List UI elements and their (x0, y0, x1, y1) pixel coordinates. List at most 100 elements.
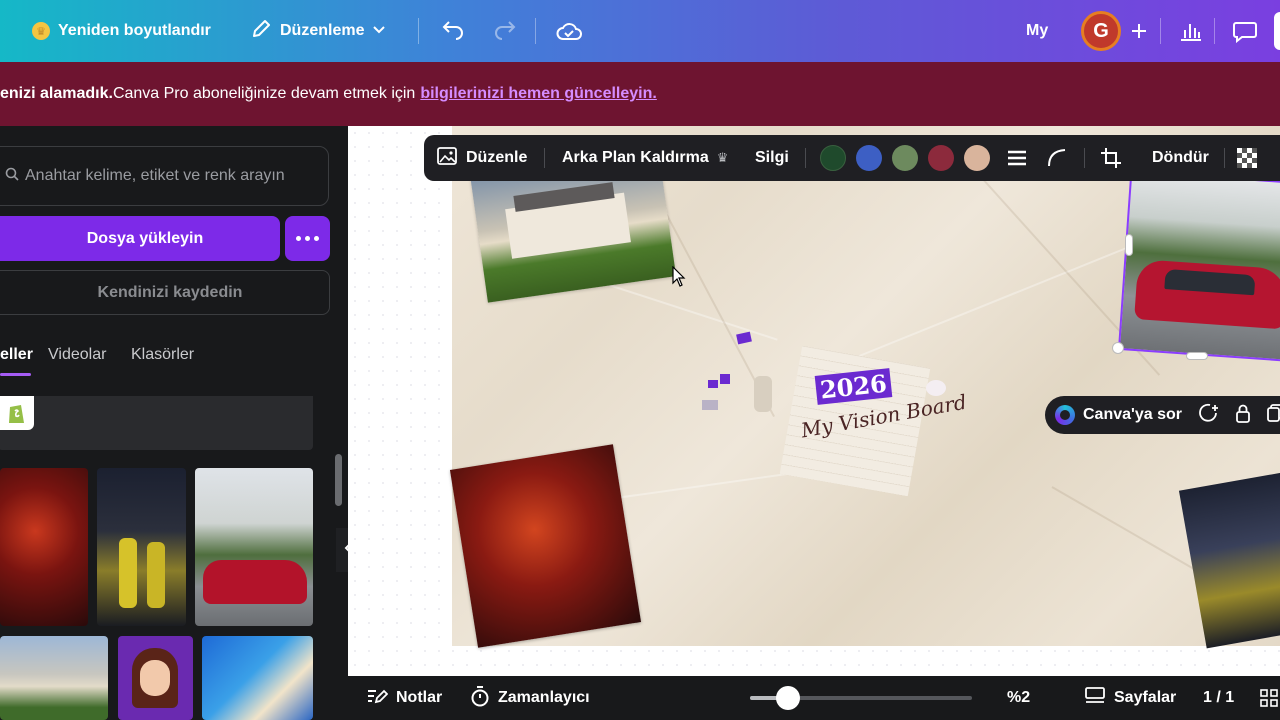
divider (1160, 18, 1161, 44)
image-edit-toolbar: Düzenle Arka Plan Kaldırma ♛ Silgi Döndü… (424, 135, 1280, 181)
comment-add-icon[interactable] (1198, 403, 1220, 428)
comment-icon[interactable] (1230, 16, 1260, 46)
eraser-label: Silgi (755, 149, 789, 166)
timer-label: Zamanlayıcı (498, 689, 590, 706)
active-tab-indicator (0, 373, 31, 376)
zoom-label: %2 (1007, 689, 1031, 706)
banner-bold-text: enizi alamadık. (0, 85, 113, 102)
page-counter-label: 1 / 1 (1203, 689, 1235, 706)
chevron-down-icon (372, 22, 386, 41)
crown-icon: ♛ (716, 150, 729, 165)
username[interactable]: My (1026, 0, 1048, 62)
tab-videos[interactable]: Videolar (48, 346, 106, 364)
divider (1084, 148, 1085, 168)
eraser-button[interactable]: Silgi (755, 135, 789, 181)
divider (1224, 148, 1225, 168)
banner-update-link[interactable]: bilgilerinizi hemen güncelleyin. (420, 85, 657, 103)
edit-image-label: Düzenle (466, 149, 528, 166)
record-label: Kendinizi kaydedin (97, 283, 243, 301)
canvas-photo-red-car[interactable] (1117, 170, 1280, 362)
tab-images[interactable]: eller (0, 346, 33, 364)
crop-icon[interactable] (1100, 135, 1122, 181)
face-shape (140, 660, 170, 696)
canvas-photo-fans-red[interactable] (449, 444, 642, 648)
grid-view-icon[interactable] (1260, 676, 1278, 720)
edit-image-button[interactable]: Düzenle (436, 135, 527, 181)
figure-shape (147, 542, 165, 608)
crown-icon: ♛ (32, 22, 50, 40)
resize-handle[interactable] (1125, 234, 1133, 256)
sticker-cluster[interactable] (702, 372, 774, 412)
tab-folders[interactable]: Klasörler (131, 346, 194, 364)
pages-icon (1084, 686, 1106, 711)
color-swatch-burgundy[interactable] (928, 145, 954, 171)
sticker-piece[interactable] (926, 380, 946, 396)
pages-label: Sayfalar (1114, 689, 1177, 706)
dot-icon (314, 236, 319, 241)
undo-icon[interactable] (438, 16, 468, 46)
uploaded-file-item[interactable] (0, 396, 313, 450)
upload-thumbnail-fans-yellow[interactable] (97, 468, 186, 626)
rotate-button[interactable]: Döndür (1152, 135, 1209, 181)
duplicate-icon[interactable] (1266, 403, 1280, 428)
color-swatch-beige[interactable] (964, 145, 990, 171)
ask-canva-label[interactable]: Canva'ya sor (1083, 406, 1182, 424)
sticker-piece (754, 376, 772, 412)
lock-icon[interactable] (1234, 403, 1252, 428)
corner-rounding-icon[interactable] (1046, 135, 1068, 181)
sticker-piece (708, 380, 718, 388)
share-button-edge[interactable] (1274, 12, 1280, 50)
timer-button[interactable]: Zamanlayıcı (470, 676, 590, 720)
border-style-icon[interactable] (1006, 135, 1028, 181)
username-label: My (1026, 22, 1049, 39)
resize-label: Yeniden boyutlandır (58, 22, 211, 39)
plus-icon[interactable] (1124, 16, 1154, 46)
zoom-slider-handle[interactable] (775, 686, 800, 710)
divider (535, 18, 536, 44)
upload-thumbnail-fans-red[interactable] (0, 468, 88, 626)
notes-button[interactable]: Notlar (366, 676, 442, 720)
search-input[interactable]: Anahtar kelime, etiket ve renk arayın (0, 146, 329, 206)
car-shape (203, 560, 307, 604)
analytics-icon[interactable] (1176, 16, 1206, 46)
background-remover-label: Arka Plan Kaldırma (562, 149, 709, 166)
page-counter[interactable]: 1 / 1 (1203, 676, 1234, 720)
edit-mode-dropdown[interactable]: Düzenleme (250, 0, 386, 62)
figure-shape (119, 538, 137, 608)
upload-file-button[interactable]: Dosya yükleyin (0, 216, 280, 261)
pages-button[interactable]: Sayfalar (1084, 676, 1176, 720)
color-swatch-sage[interactable] (892, 145, 918, 171)
color-swatch-blue[interactable] (856, 145, 882, 171)
upload-thumbnail-house[interactable] (0, 636, 108, 720)
search-placeholder: Anahtar kelime, etiket ve renk arayın (25, 167, 285, 184)
resize-button[interactable]: ♛ Yeniden boyutlandır (32, 0, 211, 62)
panel-scrollbar[interactable] (335, 454, 342, 506)
avatar[interactable]: G (1081, 11, 1121, 51)
sticker-piece (702, 400, 718, 410)
zoom-level[interactable]: %2 (1007, 676, 1030, 720)
top-bar: ♛ Yeniden boyutlandır Düzenleme My G (0, 0, 1280, 62)
sticker-piece (720, 374, 730, 384)
avatar-initial: G (1093, 19, 1109, 42)
dot-icon (296, 236, 301, 241)
more-options-button[interactable] (285, 216, 330, 261)
upload-thumbnail-avatar-girl[interactable] (118, 636, 193, 720)
ask-canva-pill: Canva'ya sor (1045, 396, 1280, 434)
title-number-block[interactable]: 2026 (814, 368, 893, 405)
divider (418, 18, 419, 44)
upload-thumbnail-blue-hero[interactable] (202, 636, 313, 720)
pencil-icon (250, 18, 272, 45)
banner-text: Canva Pro aboneliğinize devam etmek için (112, 85, 416, 102)
cloud-saved-icon[interactable] (554, 16, 584, 46)
divider (805, 148, 806, 168)
rotate-label: Döndür (1152, 149, 1209, 166)
resize-handle[interactable] (1112, 342, 1124, 354)
record-yourself-button[interactable]: Kendinizi kaydedin (0, 270, 330, 315)
redo-icon[interactable] (490, 16, 520, 46)
resize-handle[interactable] (1186, 352, 1208, 360)
upload-thumbnail-red-car[interactable] (195, 468, 313, 626)
color-swatch-dark-green[interactable] (820, 145, 846, 171)
transparency-icon[interactable] (1236, 135, 1258, 181)
background-remover-button[interactable]: Arka Plan Kaldırma ♛ (562, 135, 728, 181)
notes-icon (366, 686, 389, 711)
